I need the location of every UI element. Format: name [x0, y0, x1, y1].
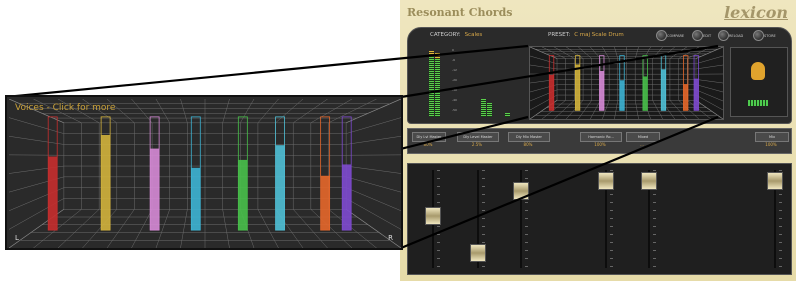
voice-bar-2: [101, 134, 111, 231]
left-channel-label: L: [15, 234, 19, 242]
voice-bar-4: [191, 167, 201, 231]
voice-bar-7: [320, 175, 330, 231]
voices-3d-graphic: [9, 99, 401, 248]
right-channel-label: R: [388, 234, 393, 242]
voice-bar-1: [48, 156, 58, 231]
voice-bar-3: [150, 148, 160, 231]
voice-bar-8: [342, 164, 352, 231]
voice-bar-5: [238, 159, 248, 231]
voices-display[interactable]: Voices - Click for more L R: [5, 95, 403, 250]
voice-bar-6: [275, 145, 285, 231]
voices-link[interactable]: Voices - Click for more: [15, 103, 115, 113]
